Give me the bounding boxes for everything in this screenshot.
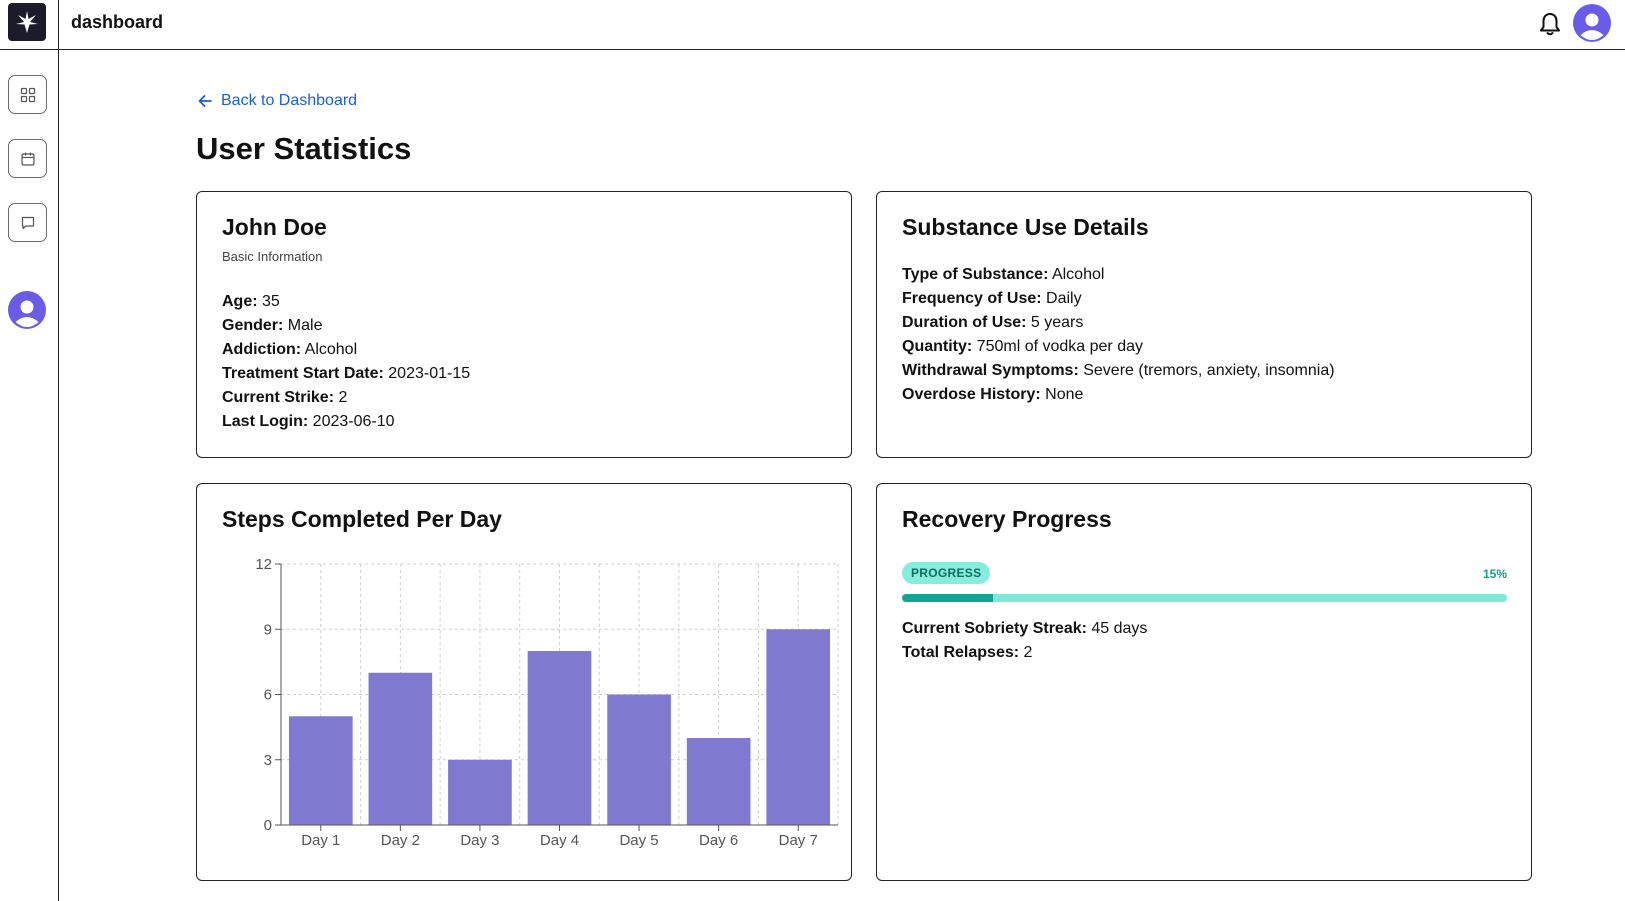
substance-fields: Type of Substance: Alcohol Frequency of …	[902, 263, 1335, 407]
field-value: 5 years	[1030, 314, 1084, 331]
grid-icon[interactable]	[8, 75, 47, 114]
user-avatar-icon[interactable]	[1573, 4, 1611, 42]
field-row: Current Strike: 2	[222, 386, 470, 410]
back-link-label: Back to Dashboard	[221, 92, 358, 109]
field-value: Daily	[1046, 290, 1082, 307]
bar-day-6	[686, 738, 751, 825]
field-value: Severe (tremors, anxiety, insomnia)	[1083, 362, 1335, 379]
field-value: None	[1045, 386, 1084, 403]
x-tick-label: Day 7	[779, 832, 818, 849]
field-label: Duration of Use:	[902, 314, 1027, 331]
bar-day-3	[448, 759, 512, 825]
bar-day-7	[766, 629, 831, 825]
sidebar	[0, 50, 59, 901]
field-value: 2023-01-15	[388, 365, 471, 382]
field-row: Last Login: 2023-06-10	[222, 410, 470, 434]
back-to-dashboard-link[interactable]: Back to Dashboard	[197, 92, 357, 110]
x-tick-label: Day 2	[381, 832, 420, 849]
progress-badge: PROGRESS	[902, 562, 991, 584]
bar-day-2	[368, 672, 433, 825]
y-tick-label: 9	[264, 621, 272, 638]
field-row: Treatment Start Date: 2023-01-15	[222, 362, 470, 386]
user-name: John Doe	[222, 214, 327, 240]
substance-use-card: Substance Use Details Type of Substance:…	[876, 191, 1532, 458]
bar-day-1	[288, 716, 353, 825]
field-value: 2023-06-10	[312, 413, 395, 430]
field-row: Type of Substance: Alcohol	[902, 263, 1335, 287]
y-tick-label: 3	[264, 752, 272, 769]
field-value: 2	[1023, 644, 1033, 661]
basic-info-subtitle: Basic Information	[222, 249, 323, 264]
field-label: Type of Substance:	[902, 266, 1049, 283]
field-row: Age: 35	[222, 290, 470, 314]
field-value: 2	[338, 389, 348, 406]
field-value: 45 days	[1091, 620, 1148, 637]
basic-info-card: John Doe Basic Information Age: 35 Gende…	[196, 191, 852, 458]
x-tick-label: Day 6	[699, 832, 738, 849]
y-tick-label: 0	[264, 817, 272, 834]
field-label: Quantity:	[902, 338, 973, 355]
logo-icon[interactable]	[8, 3, 46, 41]
bell-icon[interactable]	[1537, 10, 1563, 38]
field-value: Alcohol	[1051, 266, 1105, 283]
bar-day-4	[527, 651, 592, 825]
field-value: 35	[262, 293, 280, 310]
field-value: Male	[287, 317, 323, 334]
field-row: Frequency of Use: Daily	[902, 287, 1335, 311]
steps-chart-title: Steps Completed Per Day	[222, 506, 502, 532]
user-avatar-icon[interactable]	[8, 291, 46, 329]
field-row: Addiction: Alcohol	[222, 338, 470, 362]
message-icon[interactable]	[8, 203, 47, 242]
x-tick-label: Day 4	[540, 832, 579, 849]
topbar-divider	[58, 0, 59, 50]
field-label: Last Login:	[222, 413, 309, 430]
basic-info-fields: Age: 35 Gender: Male Addiction: Alcohol …	[222, 290, 470, 434]
field-value: Alcohol	[304, 341, 358, 358]
x-tick-label: Day 3	[460, 832, 499, 849]
field-label: Frequency of Use:	[902, 290, 1042, 307]
x-tick-label: Day 5	[619, 832, 658, 849]
y-tick-label: 12	[255, 556, 272, 573]
field-label: Current Strike:	[222, 389, 335, 406]
field-label: Gender:	[222, 317, 284, 334]
substance-title: Substance Use Details	[902, 214, 1149, 240]
x-tick-label: Day 1	[301, 832, 340, 849]
top-bar: dashboard	[0, 0, 1625, 50]
progress-percent: 15%	[1482, 567, 1507, 581]
arrow-left-icon	[198, 95, 212, 107]
field-label: Total Relapses:	[902, 644, 1020, 661]
field-row: Duration of Use: 5 years	[902, 311, 1335, 335]
field-row: Gender: Male	[222, 314, 470, 338]
progress-bar	[902, 594, 1507, 602]
field-label: Addiction:	[222, 341, 302, 358]
recovery-fields: Current Sobriety Streak: 45 days Total R…	[902, 617, 1147, 665]
field-label: Withdrawal Symptoms:	[902, 362, 1079, 379]
progress-bar-fill	[902, 594, 993, 602]
field-label: Overdose History:	[902, 386, 1041, 403]
page-title: User Statistics	[196, 131, 412, 166]
bar-day-5	[607, 694, 671, 825]
field-label: Age:	[222, 293, 258, 310]
recovery-title: Recovery Progress	[902, 506, 1112, 532]
field-label: Current Sobriety Streak:	[902, 620, 1087, 637]
steps-bar-chart: 0 3 6 9 12 Day 1 Day 2 Day 3 Day 4 Day 5 Day 6 Day …	[255, 556, 839, 849]
field-row: Current Sobriety Streak: 45 days	[902, 617, 1147, 641]
calendar-icon[interactable]	[8, 139, 47, 178]
steps-chart-card: Steps Completed Per Day 0 3 6 9 12 Day 1 Day 2…	[196, 483, 852, 881]
field-label: Treatment Start Date:	[222, 365, 384, 382]
field-value: 750ml of vodka per day	[976, 338, 1143, 355]
app-title: dashboard	[71, 12, 164, 32]
y-tick-label: 6	[264, 687, 272, 704]
field-row: Withdrawal Symptoms: Severe (tremors, an…	[902, 359, 1335, 383]
field-row: Total Relapses: 2	[902, 641, 1147, 665]
field-row: Overdose History: None	[902, 383, 1335, 407]
field-row: Quantity: 750ml of vodka per day	[902, 335, 1335, 359]
recovery-progress-card: Recovery Progress PROGRESS 15% Current S…	[876, 483, 1532, 881]
